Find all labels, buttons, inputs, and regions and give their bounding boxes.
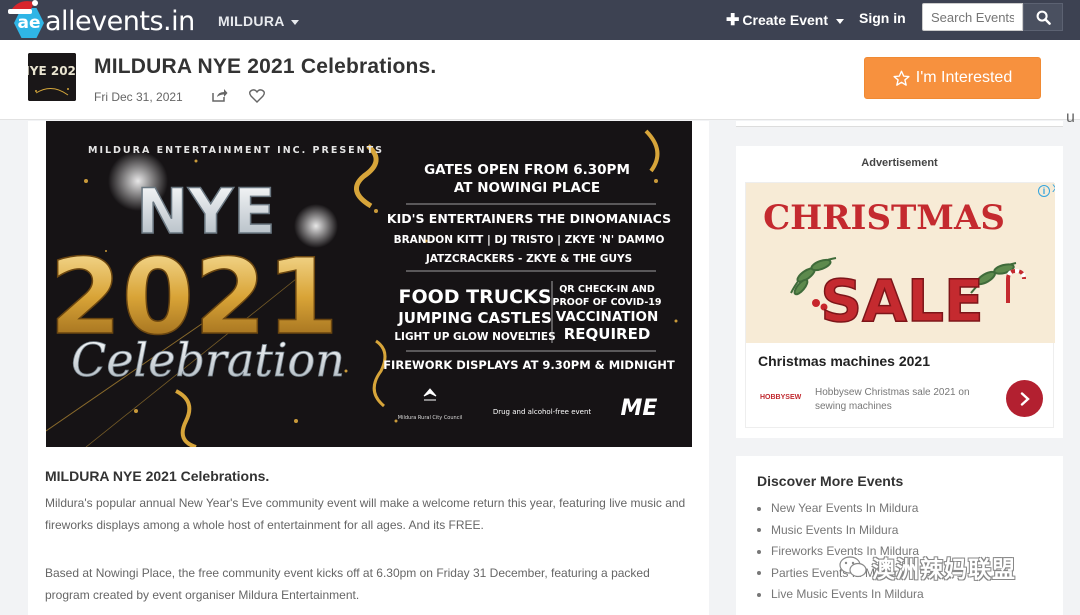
- event-header: NYE 2021 MILDURA NYE 2021 Celebrations. …: [0, 40, 1080, 120]
- watermark-text: 澳洲辣妈联盟: [872, 557, 1016, 583]
- search-button[interactable]: [1023, 3, 1063, 31]
- sign-in-link[interactable]: Sign in: [859, 10, 906, 26]
- banner-presenter: MILDURA ENTERTAINMENT INC. PRESENTS: [88, 145, 384, 156]
- bullet: [757, 571, 761, 576]
- banner-gates-2: AT NOWINGI PLACE: [454, 180, 600, 196]
- ad-brand-logo: HOBBYSEW: [760, 394, 802, 401]
- top-navbar: ae allevents.in MILDURA ✚ Create Event Si…: [0, 0, 1080, 40]
- banner-me-logo: ME: [621, 396, 658, 421]
- santa-hat-icon: [8, 0, 38, 14]
- ad-image[interactable]: CHRISTMAS SALE i X: [746, 183, 1055, 343]
- discover-link[interactable]: Music Events In Mildura: [771, 523, 898, 537]
- banner-vax-2: REQUIRED: [564, 325, 651, 343]
- interested-label: I'm Interested: [915, 69, 1013, 86]
- city-label: MILDURA: [218, 13, 285, 29]
- banner-jumping: JUMPING CASTLES: [397, 309, 552, 327]
- create-event-label: Create Event: [742, 12, 828, 28]
- discover-item[interactable]: Live Music Events In Mildura: [757, 584, 924, 606]
- discover-more-card: Discover More Events New Year Events In …: [736, 456, 1063, 615]
- ad-close-icon[interactable]: X: [1052, 183, 1055, 195]
- site-logo[interactable]: ae allevents.in: [8, 0, 195, 38]
- banner-qr-2: PROOF OF COVID-19: [552, 297, 661, 308]
- banner-drug-free: Drug and alcohol-free event: [493, 408, 592, 416]
- interested-button[interactable]: I'm Interested: [864, 57, 1041, 99]
- wechat-icon: [839, 556, 867, 578]
- thumb-text: NYE 2021: [28, 64, 76, 78]
- banner-glow: LIGHT UP GLOW NOVELTIES: [394, 331, 555, 343]
- banner-acts-2: JATZCRACKERS - ZKYE & THE GUYS: [425, 253, 632, 265]
- event-main-card: MILDURA ENTERTAINMENT INC. PRESENTS NYE …: [28, 121, 709, 615]
- share-icon[interactable]: [212, 88, 228, 102]
- ad-word-christmas: CHRISTMAS: [763, 198, 1005, 238]
- edge-text: u: [1066, 109, 1075, 126]
- ad-next-button[interactable]: [1006, 380, 1043, 417]
- description-heading: MILDURA NYE 2021 Celebrations.: [45, 468, 270, 484]
- banner-food: FOOD TRUCKS: [398, 286, 551, 308]
- banner-qr-1: QR CHECK-IN AND: [559, 284, 655, 295]
- create-event-menu[interactable]: ✚ Create Event: [726, 10, 844, 30]
- event-date: Fri Dec 31, 2021: [94, 90, 183, 104]
- description-paragraph: Based at Nowingi Place, the free communi…: [45, 566, 650, 602]
- ad-info-icon[interactable]: i: [1038, 185, 1050, 197]
- ad-copy: Hobbysew Christmas sale 2021 on sewing m…: [815, 387, 970, 412]
- banner-gates-1: GATES OPEN FROM 6.30PM: [424, 162, 630, 178]
- event-banner: MILDURA ENTERTAINMENT INC. PRESENTS NYE …: [46, 121, 692, 447]
- chevron-down-icon: [290, 19, 299, 25]
- ad-word-sale: SALE: [820, 267, 983, 335]
- banner-artwork: MILDURA ENTERTAINMENT INC. PRESENTS NYE …: [46, 121, 692, 447]
- sidebar-top-card: [736, 121, 1063, 127]
- discover-title: Discover More Events: [757, 473, 904, 489]
- bullet: [757, 528, 761, 533]
- logo-badge: ae: [8, 0, 44, 38]
- discover-item[interactable]: Music Events In Mildura: [757, 520, 924, 542]
- description-paragraph: Mildura's popular annual New Year's Eve …: [45, 496, 686, 532]
- thumbnail-artwork: NYE 2021: [28, 53, 76, 101]
- banner-vax-1: VACCINATION: [556, 309, 659, 325]
- event-thumbnail: NYE 2021: [28, 53, 76, 101]
- advertisement-card: Advertisement CHRISTMAS SALE i Christmas…: [736, 146, 1063, 438]
- plus-icon: ✚: [726, 12, 740, 29]
- bullet: [757, 549, 761, 554]
- search-input[interactable]: [922, 3, 1023, 31]
- right-edge-strip: u: [1066, 40, 1080, 130]
- banner-fireworks: FIREWORK DISPLAYS AT 9.30PM & MIDNIGHT: [383, 358, 675, 372]
- bullet: [757, 592, 761, 597]
- banner-kids: KID'S ENTERTAINERS THE DINOMANIACS: [387, 211, 671, 226]
- search-icon: [1036, 10, 1051, 25]
- logo-text: allevents.in: [45, 5, 195, 37]
- discover-link[interactable]: New Year Events In Mildura: [771, 501, 918, 515]
- star-icon: [893, 70, 910, 86]
- banner-acts-1: BRANDON KITT | DJ TRISTO | ZKYE 'N' DAMM…: [394, 234, 665, 246]
- christmas-sale-artwork: CHRISTMAS SALE: [746, 183, 1055, 343]
- event-title: MILDURA NYE 2021 Celebrations.: [94, 55, 437, 78]
- city-selector[interactable]: MILDURA: [218, 13, 299, 29]
- banner-council: Mildura Rural City Council: [398, 415, 462, 421]
- discover-link[interactable]: Live Music Events In Mildura: [771, 587, 924, 601]
- heart-icon[interactable]: [249, 89, 265, 103]
- bullet: [757, 506, 761, 511]
- watermark: 澳洲辣妈联盟: [838, 550, 1016, 584]
- discover-item[interactable]: New Year Events In Mildura: [757, 498, 924, 520]
- ad-headline[interactable]: Christmas machines 2021: [758, 353, 930, 369]
- chevron-right-icon: [1020, 391, 1030, 406]
- ad-unit[interactable]: CHRISTMAS SALE i X Christmas mach: [745, 182, 1055, 428]
- chevron-down-icon: [836, 18, 844, 24]
- banner-celebration: Celebration: [71, 333, 345, 387]
- ad-label: Advertisement: [861, 157, 938, 169]
